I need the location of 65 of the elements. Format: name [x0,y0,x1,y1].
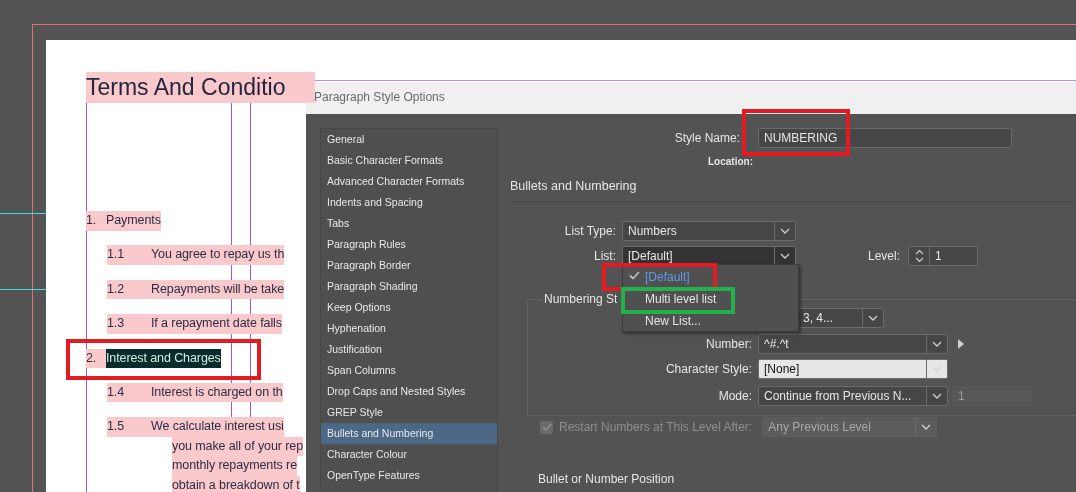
mode-dropdown[interactable]: Continue from Previous N... [758,386,948,406]
chevron-down-icon [780,253,790,259]
list-number: 1.2 [107,279,151,300]
category-item[interactable]: OpenType Features [321,465,497,486]
list-type-dropdown[interactable]: Numbers [622,221,796,241]
category-item[interactable]: GREP Style [321,402,497,423]
category-item[interactable]: Indents and Spacing [321,192,497,213]
section-heading: Payments [106,211,161,231]
character-style-dropdown[interactable]: [None] [758,359,948,379]
chevron-down-icon [932,341,942,347]
chevron-down-icon [932,393,942,399]
list-number: 1.5 [107,417,151,437]
category-item[interactable]: Paragraph Rules [321,234,497,255]
spinner-arrows-icon [914,249,924,263]
document-title: Terms And Conditio [86,72,316,103]
category-item[interactable]: Advanced Character Formats [321,171,497,192]
category-item[interactable]: Keep Options [321,297,497,318]
category-item[interactable]: Justification [321,339,497,360]
list-number: 1.1 [107,245,151,265]
menu-item[interactable]: Multi level list [645,291,717,306]
field-label: Mode: [717,389,752,403]
clause-text: Interest is charged on th [151,382,283,403]
clause-text: Repayments will be take [151,279,285,300]
list-number: 2. [86,348,106,369]
category-item[interactable]: Bullets and Numbering [321,423,497,444]
chevron-down-icon [868,315,878,321]
category-item[interactable]: Span Columns [321,360,497,381]
field-label: List: [593,249,616,263]
field-label: Style Name: [673,131,740,145]
section-heading: Interest and Charges [106,348,221,369]
category-item[interactable]: General [321,129,497,150]
clause-text: We calculate interest usi [151,417,284,437]
category-item[interactable]: Hyphenation [321,318,497,339]
clause-text: monthly repayments re [172,456,298,476]
clause-text: You agree to repay us th [151,245,285,265]
chevron-down-icon [921,424,932,430]
list-number: 1. [86,211,106,231]
chevron-down-icon [780,228,790,234]
number-dropdown[interactable]: ^#.^t [758,334,948,354]
level-spinner[interactable]: 1 [908,246,979,266]
field-label: Level: [868,249,901,263]
clause-text: you make all of your rep [172,436,303,457]
field-label: List Type: [563,224,616,238]
category-item[interactable]: Paragraph Shading [321,276,497,297]
clause-text: If a repayment date falls [151,314,282,334]
list-number: 1.3 [107,314,151,334]
triangle-right-icon[interactable] [958,339,964,349]
category-item[interactable]: Paragraph Border [321,255,497,276]
field-label: Character Style: [664,362,752,376]
group-legend: Numbering St [542,292,620,306]
check-icon [629,271,640,280]
category-item[interactable]: Basic Character Formats [321,150,497,171]
list-number: 1.4 [107,382,151,403]
dialog-title: Paragraph Style Options [306,82,1076,114]
section-title: Bullets and Numbering [510,179,1076,202]
field-label: Location: [707,156,753,167]
checkbox-label: Restart Numbers at This Level After: [559,420,753,434]
field-label: Number: [705,337,752,351]
category-item[interactable]: Tabs [321,213,497,234]
section-title: Bullet or Number Position [538,472,676,486]
category-item[interactable]: Drop Caps and Nested Styles [321,381,497,402]
list-dropdown[interactable]: [Default] [622,246,796,266]
category-item[interactable]: Character Colour [321,444,497,465]
style-name-field[interactable]: NUMBERING [758,128,1012,148]
menu-item[interactable]: New List... [645,313,701,328]
